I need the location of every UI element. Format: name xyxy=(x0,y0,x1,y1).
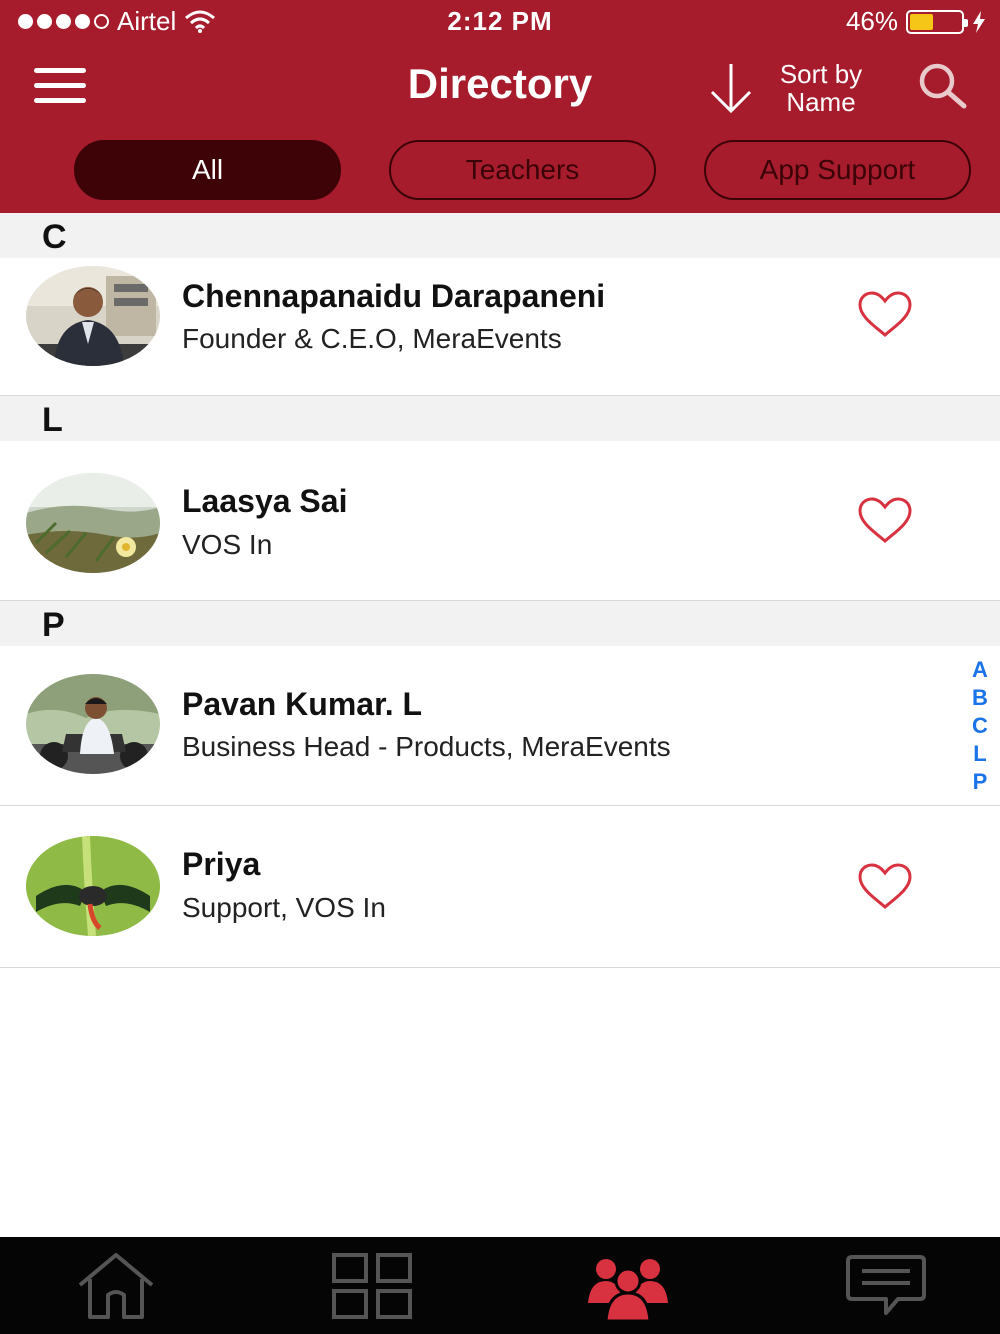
sort-label: Sort by Name xyxy=(766,60,876,116)
bottom-tab-bar xyxy=(0,1237,1000,1334)
filter-app-support[interactable]: App Support xyxy=(704,140,971,200)
avatar xyxy=(26,674,160,774)
favorite-heart-icon[interactable] xyxy=(856,290,914,340)
section-header-p: P xyxy=(0,601,1000,646)
index-letter-l[interactable]: L xyxy=(973,740,986,768)
section-header-c: C xyxy=(0,213,1000,258)
avatar xyxy=(26,836,160,936)
battery-icon xyxy=(906,9,968,34)
contact-row[interactable]: Laasya Sai VOS In xyxy=(0,441,1000,601)
section-header-l: L xyxy=(0,396,1000,441)
contact-name: Pavan Kumar. L xyxy=(182,686,423,722)
battery-info: 46% xyxy=(846,6,986,37)
contact-row[interactable]: Chennapanaidu Darapaneni Founder & C.E.O… xyxy=(0,258,1000,396)
search-icon[interactable] xyxy=(914,60,970,110)
index-letter-a[interactable]: A xyxy=(972,656,988,684)
contact-row[interactable]: Pavan Kumar. L Business Head - Products,… xyxy=(0,646,1000,806)
filter-all[interactable]: All xyxy=(74,140,341,200)
chat-icon[interactable] xyxy=(844,1251,928,1321)
favorite-heart-icon[interactable] xyxy=(856,862,914,912)
contact-subtitle: Business Head - Products, MeraEvents xyxy=(182,731,671,762)
contact-row[interactable]: Priya Support, VOS In xyxy=(0,806,1000,968)
sort-by-name-button[interactable]: Sort by Name xyxy=(708,60,876,116)
contact-subtitle: Founder & C.E.O, MeraEvents xyxy=(182,323,562,354)
filter-tabs: All Teachers App Support xyxy=(0,140,1000,200)
contact-subtitle: VOS In xyxy=(182,529,273,560)
status-bar: Airtel 2:12 PM 46% xyxy=(0,0,1000,42)
sort-label-line1: Sort by xyxy=(779,59,863,89)
sort-label-line2: Name xyxy=(786,87,856,117)
arrow-down-icon xyxy=(710,64,752,114)
grid-icon[interactable] xyxy=(330,1251,414,1321)
index-letter-c[interactable]: C xyxy=(972,712,988,740)
index-letter-p[interactable]: P xyxy=(973,768,988,796)
contact-name: Chennapanaidu Darapaneni xyxy=(182,278,606,314)
index-letter-b[interactable]: B xyxy=(972,684,988,712)
avatar xyxy=(26,266,160,366)
people-icon[interactable] xyxy=(586,1251,670,1321)
directory-list: C Chennapanaidu Darapaneni Founder & C.E… xyxy=(0,213,1000,968)
home-icon[interactable] xyxy=(74,1251,158,1321)
app-header: Airtel 2:12 PM 46% Directory Sort by Nam… xyxy=(0,0,1000,213)
charging-bolt-icon xyxy=(973,10,985,33)
avatar xyxy=(26,473,160,573)
battery-percent: 46% xyxy=(845,6,898,36)
contact-name: Priya xyxy=(182,846,261,882)
contact-subtitle: Support, VOS In xyxy=(182,892,386,923)
favorite-heart-icon[interactable] xyxy=(856,496,914,546)
filter-teachers[interactable]: Teachers xyxy=(389,140,656,200)
contact-name: Laasya Sai xyxy=(182,483,348,519)
alphabet-index: A B C L P xyxy=(962,656,998,796)
